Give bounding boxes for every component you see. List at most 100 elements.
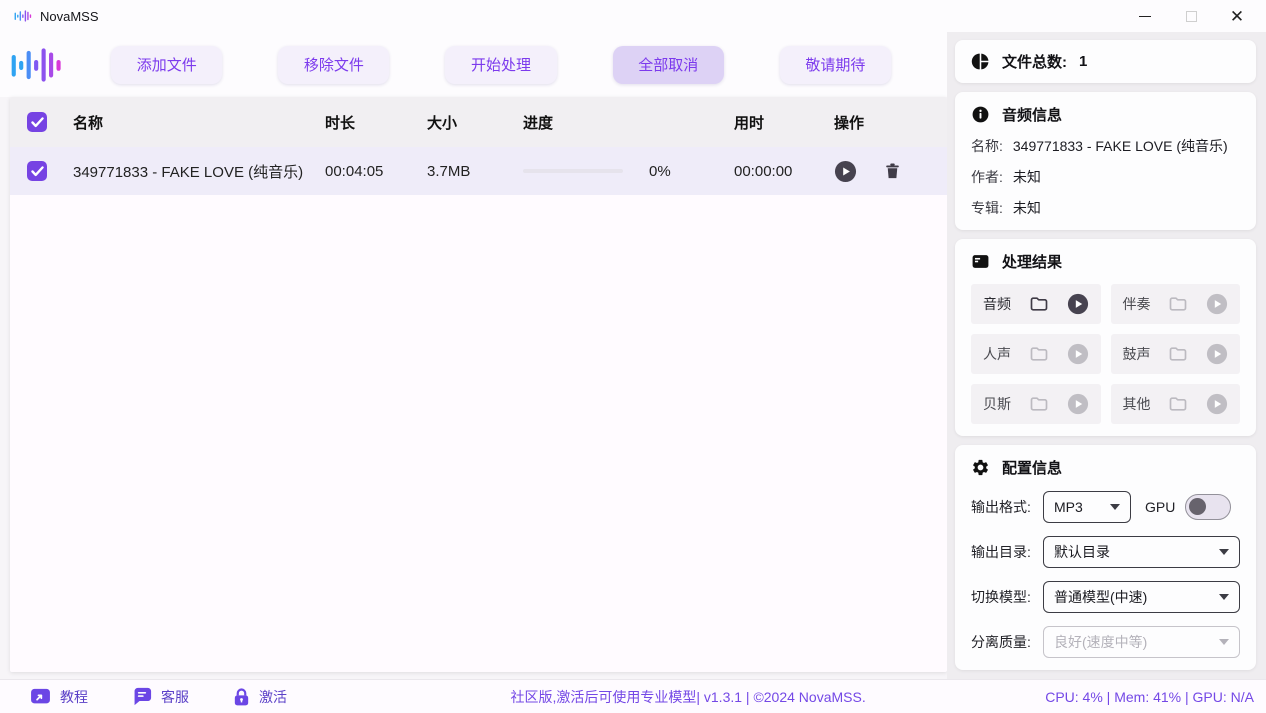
folder-icon bbox=[1166, 294, 1190, 314]
model-label: 切换模型: bbox=[971, 587, 1043, 607]
tutorial-label: 教程 bbox=[60, 687, 88, 707]
config-card: 配置信息 输出格式: MP3 GPU 输出目录: 默认目录 切换模型: bbox=[955, 445, 1256, 670]
tutorial-icon bbox=[30, 688, 51, 706]
result-label: 伴奏 bbox=[1123, 294, 1151, 314]
open-folder-button bbox=[1027, 394, 1051, 414]
toolbar: 添加文件 移除文件 开始处理 全部取消 敬请期待 bbox=[0, 32, 947, 97]
trash-icon bbox=[883, 161, 902, 181]
header-duration: 时长 bbox=[325, 112, 427, 133]
maximize-button[interactable] bbox=[1168, 1, 1214, 31]
play-icon bbox=[1067, 393, 1089, 415]
total-files-value: 1 bbox=[1079, 53, 1087, 70]
result-label: 音频 bbox=[983, 294, 1011, 314]
result-cell-audio: 音频 bbox=[971, 284, 1101, 324]
open-folder-button[interactable] bbox=[1027, 294, 1051, 314]
header-size: 大小 bbox=[427, 112, 523, 133]
result-cell-bass: 贝斯 bbox=[971, 384, 1101, 424]
cancel-all-button[interactable]: 全部取消 bbox=[613, 46, 724, 84]
output-dir-value: 默认目录 bbox=[1054, 542, 1110, 562]
row-checkbox[interactable] bbox=[27, 161, 47, 181]
play-icon bbox=[1067, 343, 1089, 365]
results-card: 处理结果 音频 伴奏 bbox=[955, 239, 1256, 436]
coming-soon-button[interactable]: 敬请期待 bbox=[780, 46, 891, 84]
gpu-toggle[interactable] bbox=[1185, 494, 1231, 520]
folder-icon bbox=[1027, 294, 1051, 314]
play-icon bbox=[834, 160, 857, 183]
output-dir-label: 输出目录: bbox=[971, 542, 1043, 562]
results-grid: 音频 伴奏 bbox=[971, 284, 1240, 424]
gpu-label: GPU bbox=[1145, 499, 1175, 515]
support-link[interactable]: 客服 bbox=[132, 687, 189, 707]
audio-name-field: 名称: 349771833 - FAKE LOVE (纯音乐) bbox=[971, 136, 1240, 156]
audio-name-value: 349771833 - FAKE LOVE (纯音乐) bbox=[1013, 136, 1228, 156]
cell-elapsed: 00:00:00 bbox=[734, 163, 834, 180]
maximize-icon bbox=[1186, 11, 1197, 22]
folder-icon bbox=[1027, 344, 1051, 364]
quality-label: 分离质量: bbox=[971, 632, 1043, 652]
cell-file-name: 349771833 - FAKE LOVE (纯音乐) bbox=[73, 161, 325, 182]
quality-row: 分离质量: 良好(速度中等) bbox=[971, 626, 1240, 658]
row-delete-button[interactable] bbox=[883, 161, 902, 181]
minimize-icon bbox=[1139, 16, 1151, 17]
table-header-row: 名称 时长 大小 进度 用时 操作 bbox=[10, 97, 947, 147]
status-bar: 教程 客服 激活 社区版,激活后可使用专业模型| v1.3.1 | ©2024 … bbox=[0, 679, 1266, 713]
audio-artist-value: 未知 bbox=[1013, 167, 1041, 187]
model-select[interactable]: 普通模型(中速) bbox=[1043, 581, 1240, 613]
table-row[interactable]: 349771833 - FAKE LOVE (纯音乐) 00:04:05 3.7… bbox=[10, 147, 947, 195]
play-result-button bbox=[1067, 393, 1089, 415]
select-all-checkbox[interactable] bbox=[27, 112, 47, 132]
header-operations: 操作 bbox=[834, 112, 947, 133]
row-play-button[interactable] bbox=[834, 160, 857, 183]
start-processing-button[interactable]: 开始处理 bbox=[445, 46, 556, 84]
results-icon bbox=[971, 252, 990, 271]
cell-operations bbox=[834, 160, 947, 183]
close-icon: ✕ bbox=[1230, 8, 1244, 25]
window-title: NovaMSS bbox=[40, 9, 99, 24]
lock-icon bbox=[233, 687, 250, 707]
check-icon bbox=[31, 166, 44, 177]
play-icon bbox=[1067, 293, 1089, 315]
model-row: 切换模型: 普通模型(中速) bbox=[971, 581, 1240, 613]
activate-label: 激活 bbox=[259, 687, 287, 707]
audio-album-value: 未知 bbox=[1013, 198, 1041, 218]
chevron-down-icon bbox=[1219, 549, 1229, 555]
audio-artist-label: 作者: bbox=[971, 167, 1003, 187]
waveform-logo-icon bbox=[10, 42, 63, 88]
minimize-button[interactable] bbox=[1122, 1, 1168, 31]
audio-artist-field: 作者: 未知 bbox=[971, 167, 1240, 187]
progress-percent: 0% bbox=[649, 163, 671, 180]
title-bar: NovaMSS ✕ bbox=[0, 0, 1266, 32]
chevron-down-icon bbox=[1219, 639, 1229, 645]
audio-album-field: 专辑: 未知 bbox=[971, 198, 1240, 218]
open-folder-button bbox=[1166, 344, 1190, 364]
close-button[interactable]: ✕ bbox=[1214, 1, 1260, 31]
header-elapsed: 用时 bbox=[734, 112, 834, 133]
play-result-button[interactable] bbox=[1067, 293, 1089, 315]
file-table: 名称 时长 大小 进度 用时 操作 349771833 - FAKE LOVE … bbox=[10, 97, 947, 672]
output-dir-row: 输出目录: 默认目录 bbox=[971, 536, 1240, 568]
play-result-button bbox=[1206, 393, 1228, 415]
remove-files-button[interactable]: 移除文件 bbox=[278, 46, 389, 84]
add-files-button[interactable]: 添加文件 bbox=[111, 46, 222, 84]
config-title: 配置信息 bbox=[1002, 457, 1062, 478]
play-result-button bbox=[1067, 343, 1089, 365]
audio-name-label: 名称: bbox=[971, 136, 1003, 156]
open-folder-button bbox=[1166, 394, 1190, 414]
output-dir-select[interactable]: 默认目录 bbox=[1043, 536, 1240, 568]
pie-chart-icon bbox=[971, 52, 990, 71]
tutorial-link[interactable]: 教程 bbox=[30, 687, 88, 707]
activate-link[interactable]: 激活 bbox=[233, 687, 287, 707]
result-label: 人声 bbox=[983, 344, 1011, 364]
folder-icon bbox=[1166, 394, 1190, 414]
result-label: 其他 bbox=[1123, 394, 1151, 414]
header-name: 名称 bbox=[73, 112, 325, 133]
gear-icon bbox=[971, 458, 990, 477]
quality-value: 良好(速度中等) bbox=[1054, 632, 1147, 652]
result-cell-drums: 鼓声 bbox=[1111, 334, 1241, 374]
result-label: 贝斯 bbox=[983, 394, 1011, 414]
audio-info-title: 音频信息 bbox=[1002, 104, 1062, 125]
play-icon bbox=[1206, 293, 1228, 315]
result-cell-other: 其他 bbox=[1111, 384, 1241, 424]
output-format-select[interactable]: MP3 bbox=[1043, 491, 1131, 523]
header-progress: 进度 bbox=[523, 112, 734, 133]
